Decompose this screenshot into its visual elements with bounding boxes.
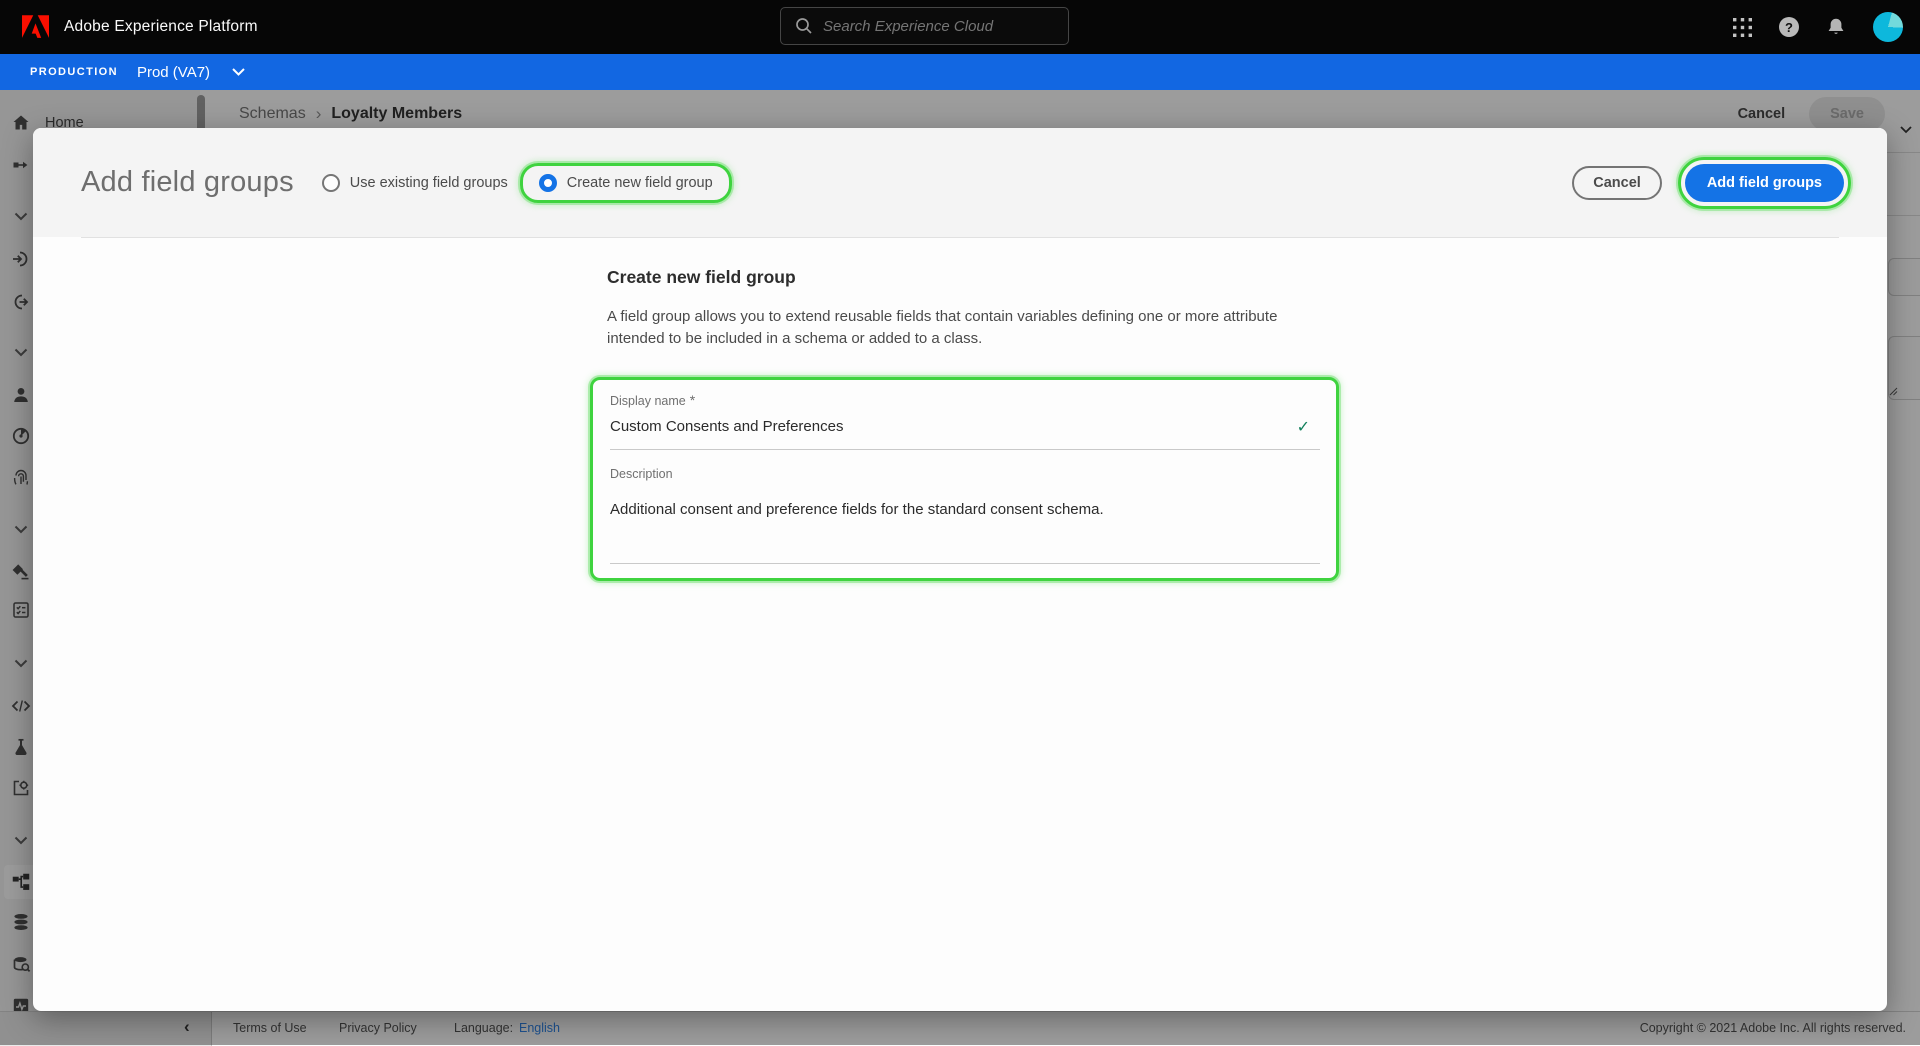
valid-check-icon: ✓ bbox=[1296, 418, 1310, 436]
notifications-bell-icon[interactable] bbox=[1826, 17, 1846, 38]
description-value[interactable]: Additional consent and preference fields… bbox=[610, 501, 1104, 518]
radio-on-icon[interactable] bbox=[538, 173, 557, 192]
description-label: Description bbox=[610, 466, 673, 481]
textarea-space bbox=[610, 518, 1320, 551]
display-name-label: Display name * bbox=[610, 391, 696, 408]
modal-body: Create new field group A field group all… bbox=[33, 238, 1887, 581]
description-field[interactable]: Additional consent and preference fields… bbox=[610, 501, 1320, 518]
user-avatar[interactable] bbox=[1873, 12, 1903, 42]
section-intro: A field group allows you to extend reusa… bbox=[607, 308, 1278, 347]
annotation-box-radio: Create new field group bbox=[519, 162, 732, 203]
radio-off-icon[interactable] bbox=[321, 173, 340, 192]
search-input[interactable] bbox=[823, 17, 1068, 35]
modal-cancel-button[interactable]: Cancel bbox=[1572, 165, 1662, 200]
modal-header: Add field groups Use existing field grou… bbox=[33, 128, 1887, 237]
annotation-ring-submit: Add field groups bbox=[1677, 156, 1851, 209]
required-asterisk: * bbox=[689, 391, 696, 408]
global-search[interactable] bbox=[780, 7, 1069, 45]
environment-type-label: PRODUCTION bbox=[30, 66, 118, 78]
radio-label: Use existing field groups bbox=[349, 174, 508, 191]
top-shell-icons: ? bbox=[1733, 0, 1920, 54]
help-icon[interactable]: ? bbox=[1779, 17, 1799, 37]
chevron-down-icon[interactable] bbox=[232, 68, 245, 76]
modal-title: Add field groups bbox=[81, 166, 294, 198]
section-heading: Create new field group bbox=[607, 267, 796, 287]
add-field-groups-button[interactable]: Add field groups bbox=[1684, 163, 1844, 202]
environment-picker[interactable]: Prod (VA7) bbox=[137, 64, 210, 81]
display-name-field[interactable]: Custom Consents and Preferences ✓ bbox=[610, 417, 1320, 437]
modal-actions: Cancel Add field groups bbox=[1572, 156, 1851, 209]
adobe-logo-icon[interactable] bbox=[22, 15, 49, 39]
add-field-groups-modal: Add field groups Use existing field grou… bbox=[33, 128, 1887, 1011]
field-underline bbox=[610, 448, 1320, 450]
field-underline bbox=[610, 562, 1320, 564]
radio-label: Create new field group bbox=[566, 174, 713, 191]
app-title: Adobe Experience Platform bbox=[64, 18, 258, 35]
radio-create-new[interactable]: Create new field group bbox=[538, 173, 713, 192]
environment-bar: PRODUCTION Prod (VA7) bbox=[0, 54, 1920, 90]
radio-use-existing[interactable]: Use existing field groups bbox=[321, 173, 508, 192]
top-shell-bar: Adobe Experience Platform ? bbox=[0, 0, 1920, 54]
display-name-value[interactable]: Custom Consents and Preferences bbox=[610, 418, 843, 435]
search-icon bbox=[796, 18, 812, 34]
app-switcher-icon[interactable] bbox=[1733, 17, 1752, 37]
annotation-box-fields: Display name * Custom Consents and Prefer… bbox=[590, 376, 1339, 581]
